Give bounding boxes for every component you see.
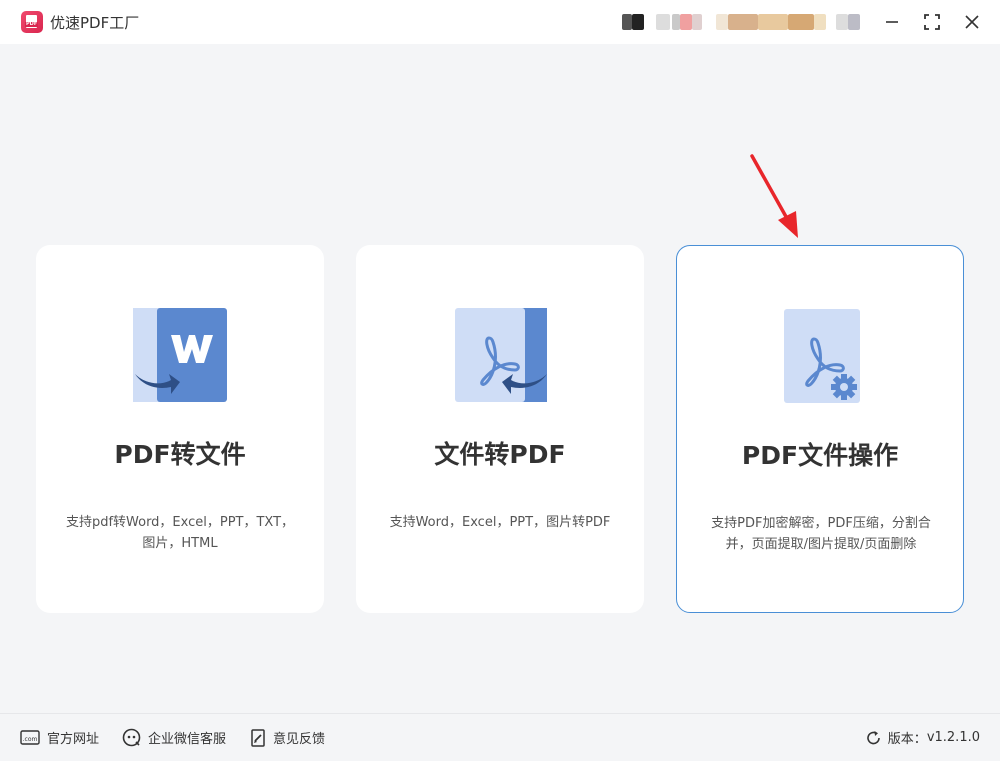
website-icon: .com xyxy=(20,729,40,745)
feedback-link[interactable]: 意见反馈 xyxy=(250,728,325,747)
card-title: PDF文件操作 xyxy=(741,441,899,470)
fullscreen-icon xyxy=(924,14,940,30)
close-icon xyxy=(965,15,979,29)
pdf-operations-card[interactable]: PDF文件操作 支持PDF加密解密，PDF压缩，分割合 并，页面提取/图片提取/… xyxy=(676,245,964,613)
pdf-to-file-card[interactable]: PDF转文件 支持pdf转Word，Excel，PPT，TXT， 图片，HTML xyxy=(36,245,324,613)
version-label: 版本： xyxy=(887,732,927,747)
close-button[interactable] xyxy=(960,10,984,34)
refresh-icon xyxy=(867,730,880,744)
title-bar: PDF 优速PDF工厂 xyxy=(0,0,1000,44)
wechat-support-link[interactable]: 企业微信客服 xyxy=(122,728,226,747)
official-website-link[interactable]: .com 官方网址 xyxy=(20,728,99,747)
card-description: 支持PDF加密解密，PDF压缩，分割合 并，页面提取/图片提取/页面删除 xyxy=(711,516,931,552)
maximize-button[interactable] xyxy=(920,10,944,34)
svg-text:.com: .com xyxy=(23,736,38,743)
annotation-arrow-icon xyxy=(750,154,798,238)
file-to-pdf-card[interactable]: 文件转PDF 支持Word，Excel，PPT，图片转PDF xyxy=(356,245,644,613)
card-description: 支持Word，Excel，PPT，图片转PDF xyxy=(389,515,611,530)
version-number: v1.2.1.0 xyxy=(926,730,980,745)
minimize-icon xyxy=(886,21,898,23)
minimize-button[interactable] xyxy=(880,10,904,34)
app-logo-icon: PDF xyxy=(21,11,43,33)
card-title: 文件转PDF xyxy=(434,440,566,469)
file-to-pdf-icon xyxy=(455,308,547,402)
pdf-settings-icon xyxy=(784,309,860,403)
version-info[interactable]: 版本： v1.2.1.0 xyxy=(866,728,980,747)
wechat-icon xyxy=(122,728,141,747)
app-title: 优速PDF工厂 xyxy=(50,14,140,32)
pdf-to-word-icon xyxy=(133,308,227,402)
feedback-icon xyxy=(251,728,265,747)
card-description: 支持pdf转Word，Excel，PPT，TXT， 图片，HTML xyxy=(65,515,295,551)
footer-bar: .com 官方网址 企业微信客服 意见反馈 版本： v1.2.1.0 xyxy=(0,713,1000,761)
card-title: PDF转文件 xyxy=(114,440,246,469)
